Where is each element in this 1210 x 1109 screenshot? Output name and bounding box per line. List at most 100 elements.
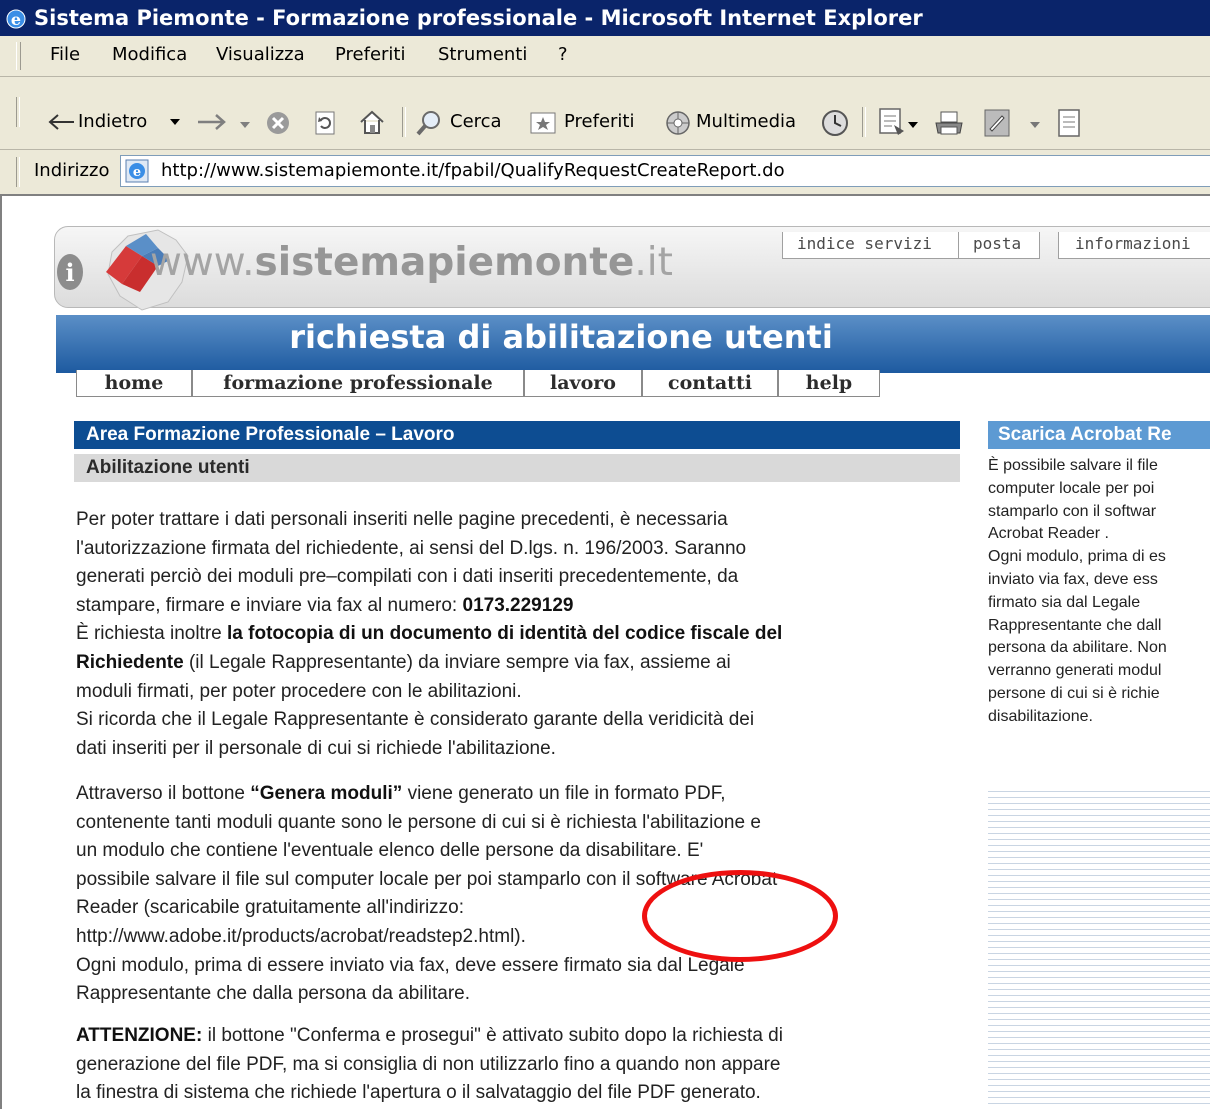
home-icon[interactable]: [358, 109, 386, 135]
refresh-icon[interactable]: [314, 111, 338, 135]
svg-text:e: e: [11, 10, 21, 29]
sidebar-line: computer locale per poi: [988, 479, 1155, 497]
sidebar-line: persona da abilitare. Non: [988, 639, 1167, 657]
page-icon: e: [125, 159, 149, 183]
media-icon: [666, 111, 690, 135]
logo-suffix: .it: [634, 240, 673, 285]
link-indice-servizi[interactable]: indice servizi: [782, 232, 962, 259]
logo-name: sistemapiemonte: [254, 240, 635, 285]
text-span: (il Legale Rappresentante) da inviare se…: [183, 651, 731, 673]
address-url: http://www.sistemapiemonte.it/fpabil/Qua…: [161, 160, 785, 181]
text-line: Richiedente (il Legale Rappresentante) d…: [76, 649, 956, 678]
sidebar-line: Rappresentante che dall: [988, 616, 1162, 634]
text-span: il bottone "Conferma e prosegui" è attiv…: [202, 1025, 783, 1046]
menu-bar-grip[interactable]: [16, 42, 21, 70]
nav-contatti[interactable]: contatti: [642, 370, 778, 397]
text-line: generati perciò dei moduli pre–compilati…: [76, 566, 739, 588]
site-logo[interactable]: www.sistemapiemonte.it: [150, 240, 673, 285]
link-informazioni[interactable]: informazioni: [1058, 232, 1210, 259]
address-label: Indirizzo: [34, 160, 110, 181]
text-line: contenente tanti moduli quante sono le p…: [76, 811, 761, 833]
svg-text:i: i: [65, 258, 74, 287]
address-grip: [16, 157, 20, 187]
fax-number: 0173.229129: [462, 594, 574, 616]
text-span: Attraverso il bottone: [76, 783, 251, 804]
nav-lavoro[interactable]: lavoro: [524, 370, 642, 397]
nav-formazione-professionale[interactable]: formazione professionale: [192, 370, 524, 397]
logo-prefix: www.: [150, 240, 255, 285]
back-dropdown-icon[interactable]: [170, 119, 180, 127]
edit-dropdown-icon[interactable]: [1030, 122, 1040, 130]
sidebar-text: È possibile salvare il file computer loc…: [988, 455, 1210, 729]
print-icon[interactable]: [934, 111, 964, 137]
text-line: stampare, firmare e inviare via fax al n…: [76, 592, 956, 621]
history-icon[interactable]: [820, 109, 850, 137]
menu-visualizza[interactable]: Visualizza: [216, 44, 305, 65]
search-icon: [416, 111, 440, 136]
red-annotation-ellipse: [642, 870, 838, 962]
forward-arrow-icon[interactable]: [196, 113, 226, 131]
favorites-label: Preferiti: [564, 111, 635, 132]
stop-icon[interactable]: [266, 111, 290, 135]
menu-file[interactable]: File: [50, 44, 80, 65]
toolbar-separator: [402, 107, 406, 137]
toolbar-separator-2: [862, 107, 866, 137]
back-arrow-icon: [48, 114, 74, 130]
menu-help[interactable]: ?: [558, 44, 568, 65]
search-label: Cerca: [450, 111, 502, 132]
paragraph-intro: Per poter trattare i dati personali inse…: [76, 506, 956, 763]
toolbar-grip: [16, 97, 20, 127]
text-span: È richiesta inoltre: [76, 623, 228, 645]
internet-explorer-icon: e: [4, 6, 28, 30]
sidebar-decoration: [988, 786, 1210, 1109]
page-viewport: i www.sistemapiemonte.it indice servizi …: [0, 196, 1210, 1109]
sidebar-line: stamparlo con il softwar: [988, 502, 1157, 520]
forward-dropdown-icon[interactable]: [240, 122, 250, 130]
sidebar-line: persone di cui si è richie: [988, 684, 1160, 702]
sidebar-line: Acrobat Reader .: [988, 525, 1109, 543]
link-posta[interactable]: posta: [958, 232, 1040, 259]
address-bar: Indirizzo e http://www.sistemapiemonte.i…: [0, 150, 1210, 196]
sidebar-line: inviato via fax, deve ess: [988, 570, 1158, 588]
favorites-button[interactable]: Preferiti: [530, 105, 650, 141]
window-title-bar: e Sistema Piemonte - Formazione professi…: [0, 0, 1210, 36]
section-title: Area Formazione Professionale – Lavoro: [74, 421, 960, 449]
standard-toolbar: Indietro Cerca Preferiti Multimedia: [0, 77, 1210, 150]
address-input[interactable]: e http://www.sistemapiemonte.it/fpabil/Q…: [120, 155, 1210, 187]
text-line: Attraverso il bottone “Genera moduli” vi…: [76, 780, 956, 809]
warning-label: ATTENZIONE:: [76, 1025, 203, 1046]
back-label: Indietro: [78, 111, 148, 132]
banner-title: richiesta di abilitazione utenti: [289, 318, 833, 356]
search-button[interactable]: Cerca: [416, 105, 516, 141]
media-label: Multimedia: [696, 111, 797, 132]
nav-home[interactable]: home: [76, 370, 192, 397]
edit-icon[interactable]: [984, 109, 1010, 137]
sidebar-line: Ogni modulo, prima di es: [988, 548, 1166, 566]
discuss-icon[interactable]: [1058, 109, 1080, 137]
sidebar-title[interactable]: Scarica Acrobat Re: [988, 421, 1210, 449]
sidebar-line: disabilitazione.: [988, 707, 1093, 725]
mail-icon[interactable]: [878, 107, 906, 137]
media-button[interactable]: Multimedia: [664, 105, 800, 141]
sidebar-line: verranno generati modul: [988, 662, 1162, 680]
favorites-star-icon: [530, 112, 556, 134]
window-title: Sistema Piemonte - Formazione profession…: [34, 6, 923, 30]
subsection-title: Abilitazione utenti: [74, 454, 960, 482]
menu-preferiti[interactable]: Preferiti: [335, 44, 406, 65]
text-line: un modulo che contiene l'eventuale elenc…: [76, 840, 704, 862]
text-line: È richiesta inoltre la fotocopia di un d…: [76, 620, 956, 649]
text-line: la finestra di sistema che richiede l'ap…: [76, 1082, 761, 1104]
info-icon[interactable]: i: [56, 252, 90, 292]
text-line: moduli firmati, per poter procedere con …: [76, 680, 522, 702]
text-line: Rappresentante che dalla persona da abil…: [76, 983, 470, 1005]
mail-dropdown-icon[interactable]: [908, 122, 918, 130]
svg-text:e: e: [133, 165, 141, 180]
nav-help[interactable]: help: [778, 370, 880, 397]
text-span: viene generato un file in formato PDF,: [402, 783, 726, 804]
text-line: generazione del file PDF, ma si consigli…: [76, 1053, 781, 1075]
menu-strumenti[interactable]: Strumenti: [438, 44, 527, 65]
bold-span: “Genera moduli”: [250, 783, 403, 804]
menu-modifica[interactable]: Modifica: [112, 44, 187, 65]
text-line: Ogni modulo, prima di essere inviato via…: [76, 954, 745, 976]
bold-span: la fotocopia di un documento di identità…: [227, 623, 783, 645]
